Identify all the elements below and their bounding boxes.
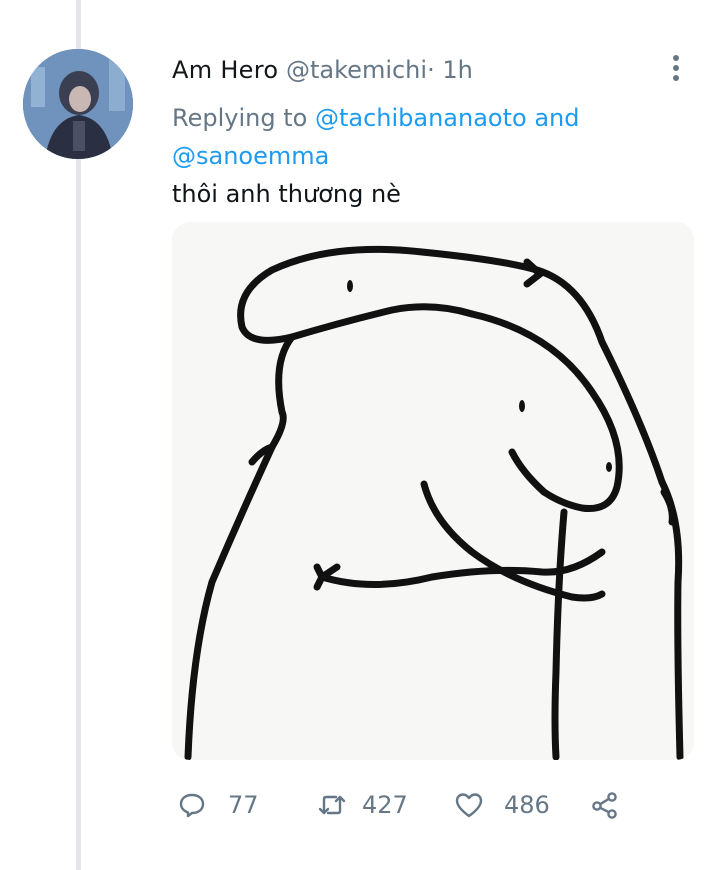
reply-count: 77: [228, 791, 259, 819]
retweet-icon: [316, 791, 348, 819]
reply-icon: [178, 791, 206, 819]
reply-joiner: and: [534, 104, 580, 132]
share-button[interactable]: [590, 783, 620, 827]
more-vertical-icon[interactable]: [664, 55, 688, 87]
avatar[interactable]: [23, 49, 133, 159]
retweet-count: 427: [362, 791, 408, 819]
like-button[interactable]: 486: [454, 783, 550, 827]
tweet-time[interactable]: 1h: [442, 56, 472, 84]
tweet-image[interactable]: [172, 222, 694, 760]
reply-mention-1[interactable]: @tachibananaoto: [315, 104, 527, 132]
reply-button[interactable]: 77: [178, 783, 259, 827]
action-bar: 77 427 486: [178, 783, 638, 827]
author-handle[interactable]: @takemichi: [286, 56, 427, 84]
separator-dot: ·: [427, 56, 435, 84]
tweet-header: Am Hero @takemichi· 1h: [172, 56, 473, 84]
heart-icon: [454, 791, 484, 819]
replying-to: Replying to @tachibananaoto and @sanoemm…: [172, 99, 672, 175]
replying-prefix: Replying to: [172, 104, 308, 132]
reply-mention-2[interactable]: @sanoemma: [172, 142, 329, 170]
retweet-button[interactable]: 427: [316, 783, 408, 827]
author-name[interactable]: Am Hero: [172, 56, 278, 84]
like-count: 486: [504, 791, 550, 819]
tweet-text: thôi anh thương nè: [172, 180, 401, 208]
share-icon: [590, 790, 620, 820]
